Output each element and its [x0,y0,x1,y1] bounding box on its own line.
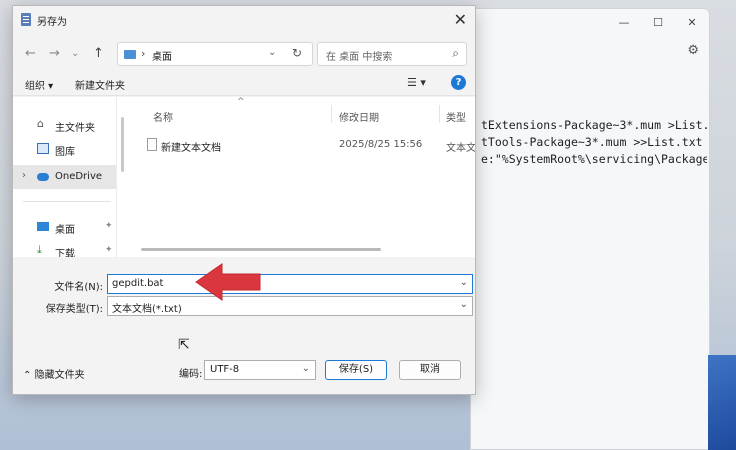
navigation-bar: ← → ⌄ ↑ › 桌面 ⌄ ↻ 在 桌面 中搜索 ⌕ [13,34,475,72]
column-header-name[interactable]: 名称 [153,109,173,124]
encoding-value: UTF-8 [210,364,240,375]
dialog-toolbar: 组织 ▾ 新建文件夹 ☰ ▾ ? [13,72,475,96]
filename-label: 文件名(N): [54,282,103,293]
column-header-date[interactable]: 修改日期 [339,109,379,124]
nav-item-gallery[interactable]: 图库 [13,137,116,161]
encoding-label: 编码: [179,369,203,380]
help-icon[interactable]: ? [451,75,466,90]
editor-text[interactable]: tExtensions-Package~3*.mum >List.txt tTo… [481,117,707,168]
nav-item-label: 主文件夹 [55,123,95,134]
dialog-title: 另存为 [37,17,67,28]
column-divider[interactable] [439,105,440,123]
gallery-icon [37,143,49,154]
history-chevron-icon[interactable]: ⌄ [71,48,79,59]
column-divider[interactable] [331,105,332,123]
desktop-wallpaper-accent [708,355,736,450]
encoding-select[interactable]: UTF-8 ⌄ [204,360,316,380]
chevron-down-icon[interactable]: ⌄ [302,363,310,374]
filename-input[interactable]: gepdit.bat ⌄ [107,274,473,294]
file-row[interactable]: 新建文本文档 2025/8/25 15:56 文本文档 [129,135,475,157]
up-arrow-icon[interactable]: ↑ [93,46,104,61]
home-icon: ⌂ [37,117,44,130]
save-as-dialog: 另存为 ✕ ← → ⌄ ↑ › 桌面 ⌄ ↻ 在 桌面 中搜索 ⌕ 组织 ▾ 新… [12,5,476,395]
new-folder-button[interactable]: 新建文件夹 [75,77,125,92]
text-file-icon [147,138,157,151]
code-line: tTools-Package~3*.mum >>List.txt [481,135,703,149]
hide-folders-label: 隐藏文件夹 [34,370,85,381]
filename-value: gepdit.bat [112,278,164,289]
red-arrow-annotation-icon [195,263,261,301]
file-list: ^ 名称 修改日期 类型 新建文本文档 2025/8/25 15:56 文本文档 [129,97,475,257]
organize-button[interactable]: 组织 ▾ [25,77,53,92]
folder-icon [124,50,136,59]
close-icon[interactable]: ✕ [454,10,467,29]
search-icon[interactable]: ⌕ [452,46,459,61]
back-arrow-icon[interactable]: ← [25,46,36,61]
filetype-value: 文本文档(*.txt) [112,304,182,315]
filetype-select[interactable]: 文本文档(*.txt) ⌄ [107,296,473,316]
chevron-up-icon: ⌃ [23,370,32,381]
chevron-down-icon[interactable]: ⌄ [268,47,276,58]
window-controls: — ☐ ✕ [607,9,709,35]
nav-item-home[interactable]: ⌂ 主文件夹 [13,113,116,137]
chevron-right-icon[interactable]: › [22,170,26,181]
cloud-icon [37,173,49,181]
filetype-label: 保存类型(T): [45,304,103,315]
nav-item-label: 图库 [55,147,75,158]
chevron-down-icon[interactable]: ⌄ [460,299,468,310]
address-path: 桌面 [152,52,172,63]
navigation-pane: ⌂ 主文件夹 图库 › OneDrive 桌面 ✦ ⤓ 下载 ✦ [13,97,117,257]
gear-icon[interactable]: ⚙ [687,43,699,58]
nav-item-label: 桌面 [55,225,75,236]
nav-item-desktop[interactable]: 桌面 ✦ [13,215,116,239]
pin-icon[interactable]: ✦ [105,221,113,231]
file-name: 新建文本文档 [161,143,221,154]
cancel-button[interactable]: 取消 [399,360,461,380]
forward-arrow-icon[interactable]: → [49,46,60,61]
file-date: 2025/8/25 15:56 [339,139,423,150]
hide-folders-toggle[interactable]: ⌃ 隐藏文件夹 [23,366,85,381]
search-box[interactable]: 在 桌面 中搜索 ⌕ [317,42,467,66]
browser-area: ⌂ 主文件夹 图库 › OneDrive 桌面 ✦ ⤓ 下载 ✦ ^ 名称 修改… [13,97,475,257]
close-icon[interactable]: ✕ [675,16,709,29]
nav-item-label: OneDrive [55,171,103,182]
nav-divider [23,201,111,202]
background-notepad-window: — ☐ ✕ ⚙ tExtensions-Package~3*.mum >List… [470,8,710,450]
notepad-icon [21,13,31,26]
file-type: 文本文档 [446,143,475,154]
nav-item-downloads[interactable]: ⤓ 下载 ✦ [13,239,116,257]
nav-item-onedrive[interactable]: › OneDrive [13,165,116,189]
desktop-icon [37,222,49,231]
code-line: tExtensions-Package~3*.mum >List.txt [481,118,707,132]
maximize-icon[interactable]: ☐ [641,16,675,29]
pin-icon[interactable]: ✦ [105,245,113,255]
chevron-right-icon[interactable]: › [141,47,145,60]
download-icon: ⤓ [37,243,42,256]
minimize-icon[interactable]: — [607,16,641,29]
address-bar[interactable]: › 桌面 ⌄ ↻ [117,42,313,66]
sort-caret-icon: ^ [237,97,245,107]
code-line: e:"%SystemRoot%\servicing\Packages [481,152,707,166]
mouse-cursor-icon: ⇱ [178,337,190,353]
search-placeholder: 在 桌面 中搜索 [326,52,393,63]
refresh-icon[interactable]: ↻ [292,46,302,60]
dialog-titlebar[interactable]: 另存为 ✕ [13,6,475,34]
nav-item-label: 下载 [55,249,75,257]
horizontal-scrollbar[interactable] [141,248,381,251]
column-header-type[interactable]: 类型 [446,109,466,124]
dialog-footer: ⌃ 隐藏文件夹 编码: UTF-8 ⌄ 保存(S) 取消 [13,346,475,394]
chevron-down-icon[interactable]: ⌄ [460,277,468,288]
nav-scrollbar[interactable] [121,117,124,172]
view-options-icon[interactable]: ☰ ▾ [407,76,426,89]
save-button[interactable]: 保存(S) [325,360,387,380]
